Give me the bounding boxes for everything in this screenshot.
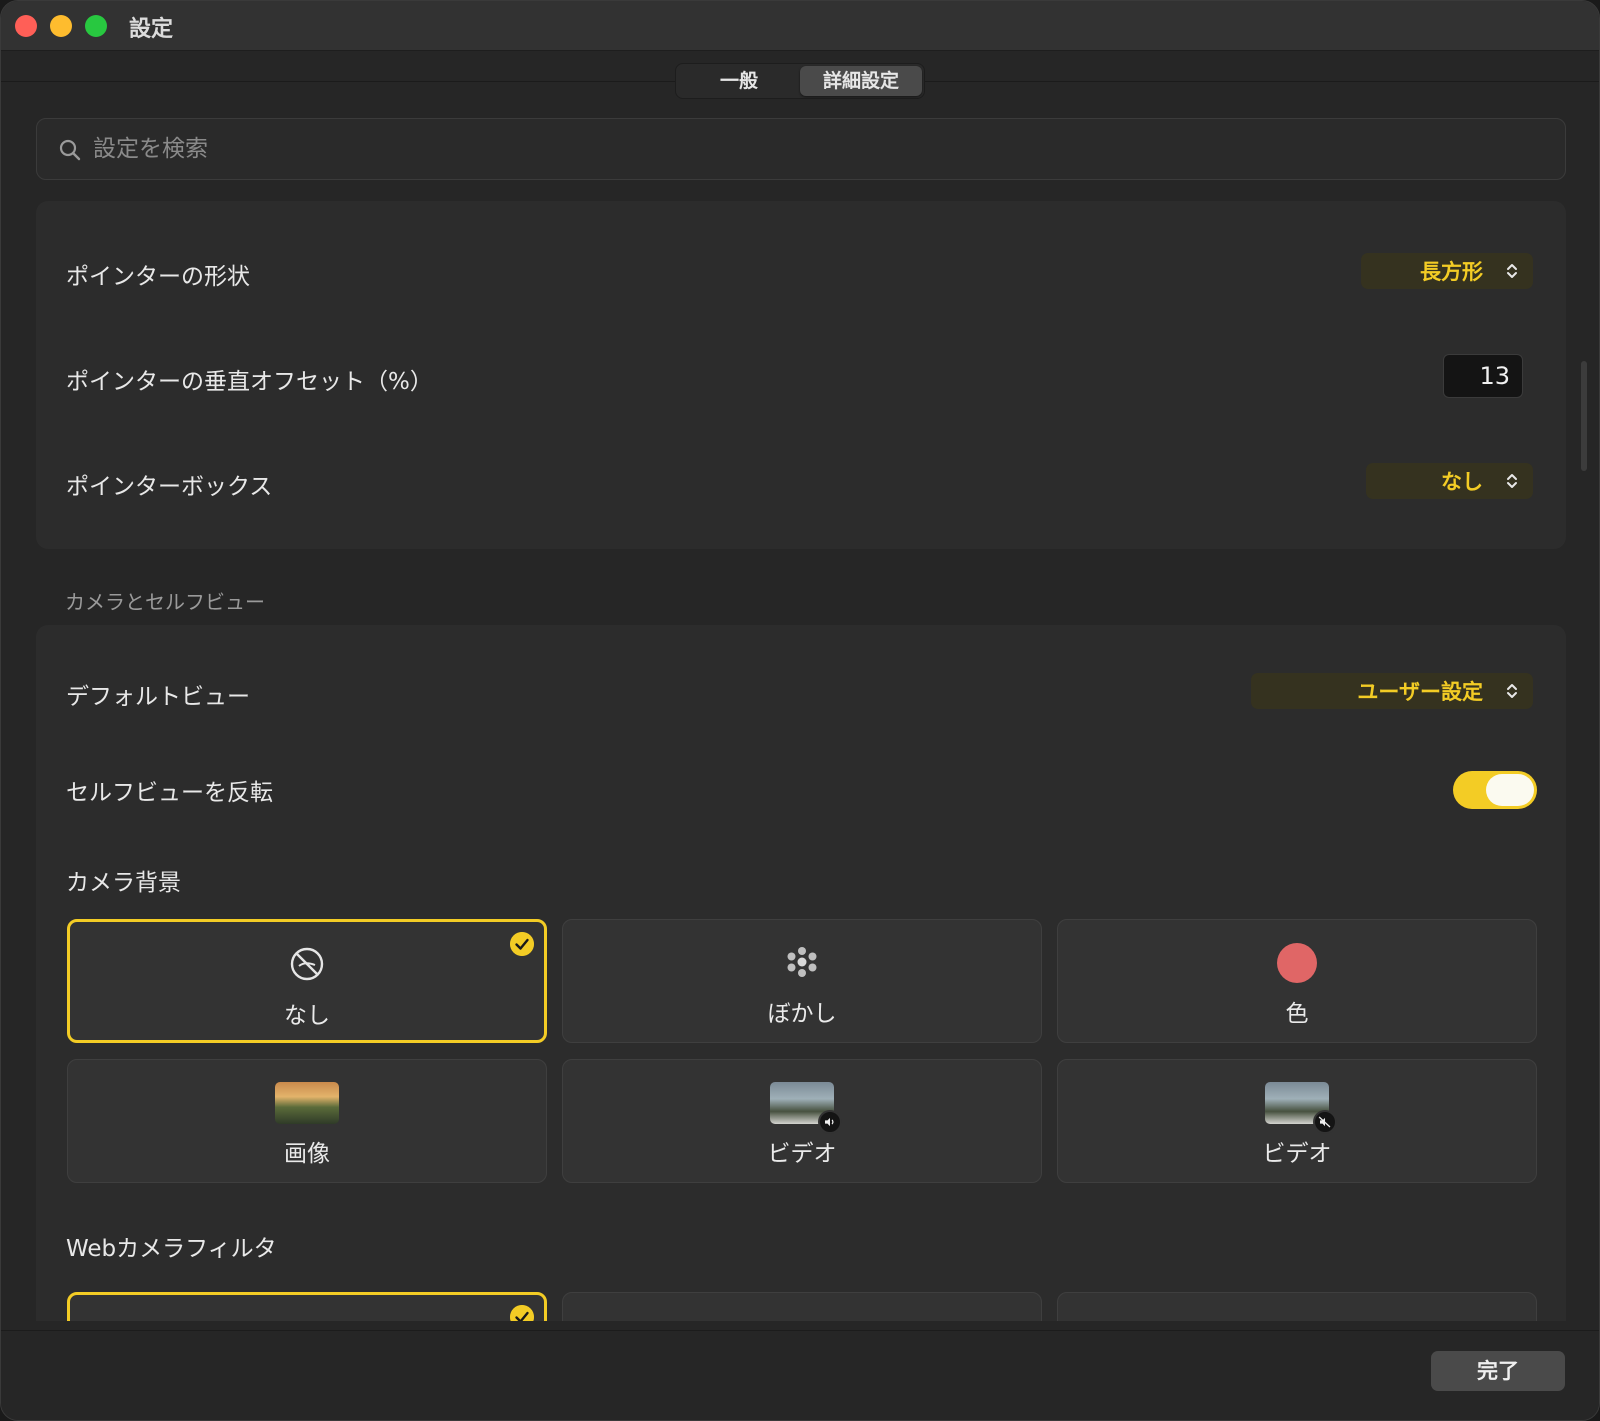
pointer-offset-field[interactable]: 13 <box>1443 354 1523 398</box>
search-field[interactable] <box>36 118 1566 180</box>
background-option-color[interactable]: 色 <box>1057 919 1537 1043</box>
tile-label: ビデオ <box>767 1141 837 1167</box>
image-thumbnail <box>275 1082 339 1124</box>
tile-label: なし <box>284 1003 330 1029</box>
settings-window: 設定 一般 詳細設定 ポインターの形状 長方形 ポインターの垂直オフセット（%）… <box>0 0 1600 1421</box>
tab-advanced[interactable]: 詳細設定 <box>800 66 922 96</box>
background-option-image[interactable]: 画像 <box>67 1059 547 1183</box>
video-thumbnail <box>1265 1082 1337 1134</box>
default-view-value: ユーザー設定 <box>1357 680 1483 704</box>
window-title: 設定 <box>129 17 174 42</box>
pointer-offset-label: ポインターの垂直オフセット（%） <box>66 369 433 395</box>
title-bar: 設定 <box>1 1 1599 51</box>
pointer-shape-label: ポインターの形状 <box>66 264 250 290</box>
tile-label: 画像 <box>284 1141 330 1167</box>
pointer-settings-group: ポインターの形状 長方形 ポインターの垂直オフセット（%） 13 ポインターボッ… <box>36 201 1566 549</box>
zoom-window-button[interactable] <box>85 15 107 37</box>
webcam-filter-label: Webカメラフィルタ <box>66 1236 277 1262</box>
close-window-button[interactable] <box>15 15 37 37</box>
chevron-up-down-icon <box>1507 684 1517 698</box>
speaker-muted-icon <box>1313 1110 1337 1134</box>
no-background-icon <box>290 947 324 981</box>
pointer-shape-popup[interactable]: 長方形 <box>1361 253 1533 289</box>
tile-label: ビデオ <box>1262 1141 1332 1167</box>
background-option-none[interactable]: なし <box>67 919 547 1043</box>
camera-background-label: カメラ背景 <box>66 870 181 896</box>
background-option-blur[interactable]: ぼかし <box>562 919 1042 1043</box>
camera-section-header: カメラとセルフビュー <box>65 590 265 614</box>
tile-label: 色 <box>1285 1001 1309 1027</box>
color-circle-icon <box>1277 943 1317 983</box>
pointer-shape-value: 長方形 <box>1420 260 1483 284</box>
pointer-box-label: ポインターボックス <box>66 474 273 500</box>
pointer-box-popup[interactable]: なし <box>1366 463 1533 499</box>
background-option-video-sound[interactable]: ビデオ <box>562 1059 1042 1183</box>
default-view-popup[interactable]: ユーザー設定 <box>1251 673 1533 709</box>
chevron-up-down-icon <box>1507 264 1517 278</box>
done-button[interactable]: 完了 <box>1431 1351 1565 1391</box>
mirror-selfview-label: セルフビューを反転 <box>66 780 273 806</box>
toggle-knob <box>1486 774 1534 806</box>
checkmark-icon <box>510 932 534 956</box>
video-thumbnail <box>770 1082 842 1134</box>
tab-segmented-control: 一般 詳細設定 <box>675 63 925 99</box>
blur-icon <box>787 947 817 977</box>
background-option-video-muted[interactable]: ビデオ <box>1057 1059 1537 1183</box>
speaker-icon <box>818 1110 842 1134</box>
mirror-selfview-toggle[interactable] <box>1453 771 1537 809</box>
search-input[interactable] <box>93 119 1533 179</box>
tile-label: ぼかし <box>767 1001 837 1027</box>
default-view-label: デフォルトビュー <box>66 684 250 710</box>
footer-bar: 完了 <box>1 1330 1599 1420</box>
chevron-up-down-icon <box>1507 474 1517 488</box>
pointer-box-value: なし <box>1441 470 1483 494</box>
scrollbar[interactable] <box>1581 361 1587 471</box>
search-icon <box>59 139 81 161</box>
minimize-window-button[interactable] <box>50 15 72 37</box>
tab-general[interactable]: 一般 <box>678 66 800 96</box>
